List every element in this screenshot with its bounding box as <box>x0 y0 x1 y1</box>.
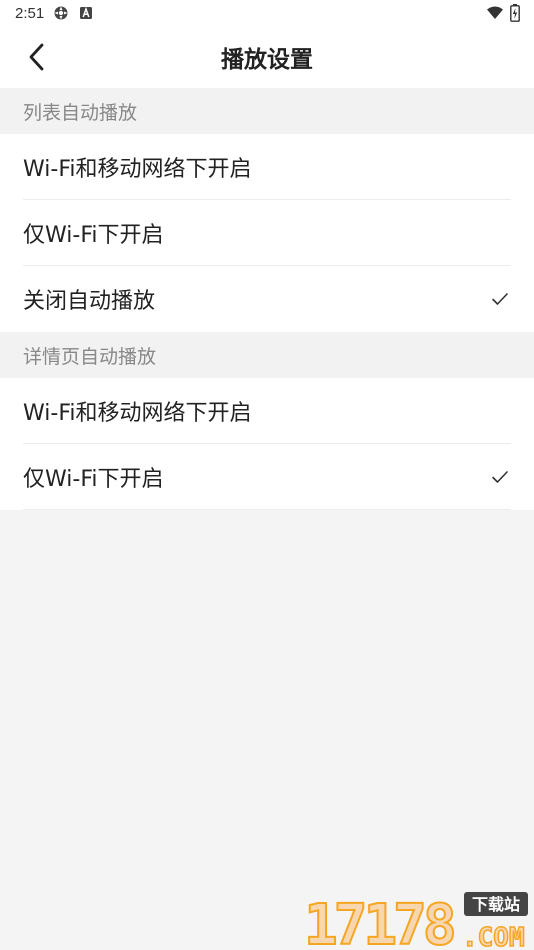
option-group-list-autoplay: Wi-Fi和移动网络下开启 仅Wi-Fi下开启 关闭自动播放 <box>0 134 534 332</box>
checkmark-icon <box>492 470 508 483</box>
option-group-detail-autoplay: Wi-Fi和移动网络下开启 仅Wi-Fi下开启 <box>0 378 534 510</box>
a-notification-icon <box>80 6 93 19</box>
watermark-tag: 下载站 <box>472 895 520 914</box>
back-button[interactable] <box>20 40 52 74</box>
watermark-number: 17178 <box>304 893 454 950</box>
checkmark-icon <box>492 293 508 305</box>
option-label: 仅Wi-Fi下开启 <box>23 466 164 492</box>
option-label: 关闭自动播放 <box>23 289 156 314</box>
battery-icon <box>510 4 520 22</box>
option-label: Wi-Fi和移动网络下开启 <box>23 400 252 426</box>
section-title: 详情页自动播放 <box>23 345 157 368</box>
section-title: 列表自动播放 <box>23 101 138 124</box>
option-label: Wi-Fi和移动网络下开启 <box>23 156 252 182</box>
status-bar: 2:51 <box>0 0 534 26</box>
watermark-domain: .COM <box>462 923 525 950</box>
section-header-detail-autoplay: 详情页自动播放 <box>0 332 534 378</box>
option-wifi-only[interactable]: 仅Wi-Fi下开启 <box>23 200 511 266</box>
watermark-logo: 17178 下载站 .COM <box>303 892 528 950</box>
option-label: 仅Wi-Fi下开启 <box>23 222 164 248</box>
page-title: 播放设置 <box>221 47 313 73</box>
option-disable-autoplay[interactable]: 关闭自动播放 <box>23 266 511 332</box>
settings-cog-icon <box>54 6 68 20</box>
option-wifi-only[interactable]: 仅Wi-Fi下开启 <box>23 444 511 510</box>
option-wifi-and-mobile[interactable]: Wi-Fi和移动网络下开启 <box>23 378 511 444</box>
wifi-icon <box>487 6 503 19</box>
status-time: 2:51 <box>15 4 45 22</box>
option-wifi-and-mobile[interactable]: Wi-Fi和移动网络下开启 <box>23 134 511 200</box>
section-header-list-autoplay: 列表自动播放 <box>0 88 534 134</box>
chevron-left-icon <box>29 43 44 71</box>
app-header: 播放设置 <box>0 26 534 88</box>
